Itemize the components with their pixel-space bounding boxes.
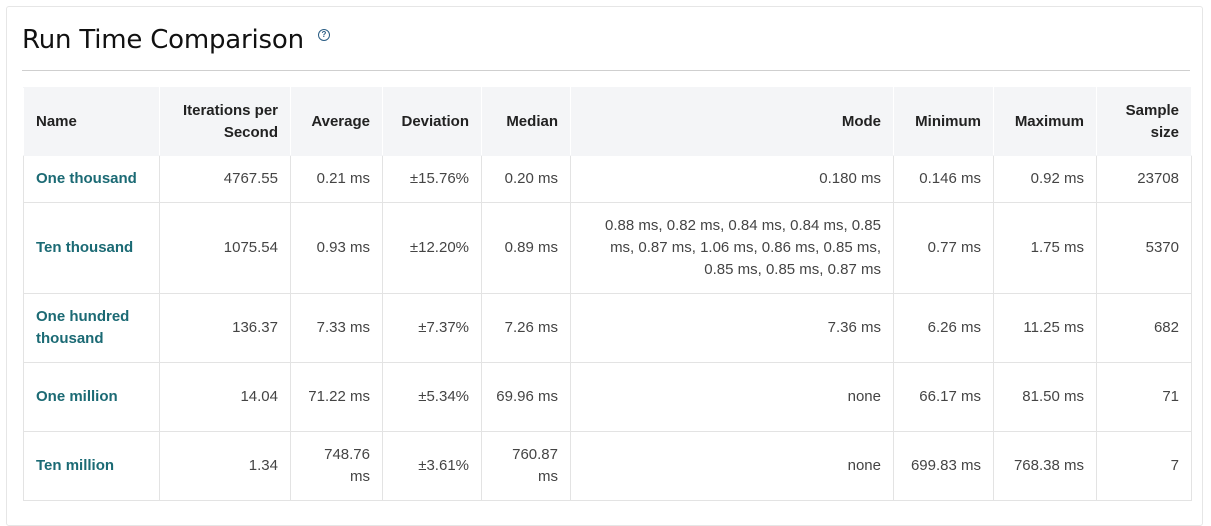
row-name-link[interactable]: One thousand: [23, 155, 160, 203]
cell-deviation: ±15.76%: [382, 155, 482, 203]
cell-deviation: ±12.20%: [382, 202, 482, 294]
column-header-deviation: Deviation: [382, 87, 482, 156]
cell-maximum: 81.50 ms: [993, 362, 1097, 432]
page-title: Run Time Comparison: [22, 25, 304, 55]
table-row: Ten thousand 1075.54 0.93 ms ±12.20% 0.8…: [23, 202, 1192, 294]
run-time-comparison-card: Run Time Comparison ? Name Iterations pe…: [6, 6, 1203, 526]
card-heading: Run Time Comparison ?: [22, 25, 330, 55]
column-header-sample-size: Sample size: [1096, 87, 1192, 156]
cell-median: 0.20 ms: [481, 155, 571, 203]
cell-iterations-per-second: 1.34: [159, 431, 291, 501]
cell-mode: 0.88 ms, 0.82 ms, 0.84 ms, 0.84 ms, 0.85…: [570, 202, 894, 294]
column-header-average: Average: [290, 87, 383, 156]
row-name-link[interactable]: One hundred thousand: [23, 293, 160, 363]
column-header-iterations-per-second: Iterations per Second: [159, 87, 291, 156]
cell-deviation: ±7.37%: [382, 293, 482, 363]
cell-sample-size: 7: [1096, 431, 1192, 501]
column-header-median: Median: [481, 87, 571, 156]
cell-iterations-per-second: 136.37: [159, 293, 291, 363]
cell-median: 69.96 ms: [481, 362, 571, 432]
cell-mode: 0.180 ms: [570, 155, 894, 203]
cell-median: 760.87 ms: [481, 431, 571, 501]
cell-mode: none: [570, 431, 894, 501]
column-header-maximum: Maximum: [993, 87, 1097, 156]
column-header-name: Name: [23, 87, 160, 156]
table-row: One hundred thousand 136.37 7.33 ms ±7.3…: [23, 293, 1192, 363]
question-circle-icon[interactable]: ?: [317, 29, 330, 41]
table-row: Ten million 1.34 748.76 ms ±3.61% 760.87…: [23, 431, 1192, 501]
title-divider: [22, 70, 1190, 71]
column-header-mode: Mode: [570, 87, 894, 156]
cell-minimum: 0.146 ms: [893, 155, 994, 203]
cell-iterations-per-second: 4767.55: [159, 155, 291, 203]
cell-minimum: 0.77 ms: [893, 202, 994, 294]
cell-deviation: ±5.34%: [382, 362, 482, 432]
cell-maximum: 768.38 ms: [993, 431, 1097, 501]
cell-deviation: ±3.61%: [382, 431, 482, 501]
cell-average: 0.21 ms: [290, 155, 383, 203]
cell-sample-size: 5370: [1096, 202, 1192, 294]
cell-maximum: 1.75 ms: [993, 202, 1097, 294]
cell-median: 0.89 ms: [481, 202, 571, 294]
cell-average: 71.22 ms: [290, 362, 383, 432]
row-name-link[interactable]: One million: [23, 362, 160, 432]
run-time-table: Name Iterations per Second Average Devia…: [23, 87, 1192, 501]
cell-sample-size: 682: [1096, 293, 1192, 363]
row-name-link[interactable]: Ten thousand: [23, 202, 160, 294]
cell-iterations-per-second: 1075.54: [159, 202, 291, 294]
cell-average: 748.76 ms: [290, 431, 383, 501]
cell-minimum: 66.17 ms: [893, 362, 994, 432]
table-row: One million 14.04 71.22 ms ±5.34% 69.96 …: [23, 362, 1192, 432]
cell-sample-size: 23708: [1096, 155, 1192, 203]
cell-iterations-per-second: 14.04: [159, 362, 291, 432]
cell-average: 0.93 ms: [290, 202, 383, 294]
row-name-link[interactable]: Ten million: [23, 431, 160, 501]
cell-mode: 7.36 ms: [570, 293, 894, 363]
cell-average: 7.33 ms: [290, 293, 383, 363]
cell-sample-size: 71: [1096, 362, 1192, 432]
cell-mode: none: [570, 362, 894, 432]
cell-maximum: 0.92 ms: [993, 155, 1097, 203]
cell-minimum: 6.26 ms: [893, 293, 994, 363]
table-header-row: Name Iterations per Second Average Devia…: [23, 87, 1192, 156]
table-row: One thousand 4767.55 0.21 ms ±15.76% 0.2…: [23, 155, 1192, 203]
cell-maximum: 11.25 ms: [993, 293, 1097, 363]
cell-median: 7.26 ms: [481, 293, 571, 363]
cell-minimum: 699.83 ms: [893, 431, 994, 501]
column-header-minimum: Minimum: [893, 87, 994, 156]
